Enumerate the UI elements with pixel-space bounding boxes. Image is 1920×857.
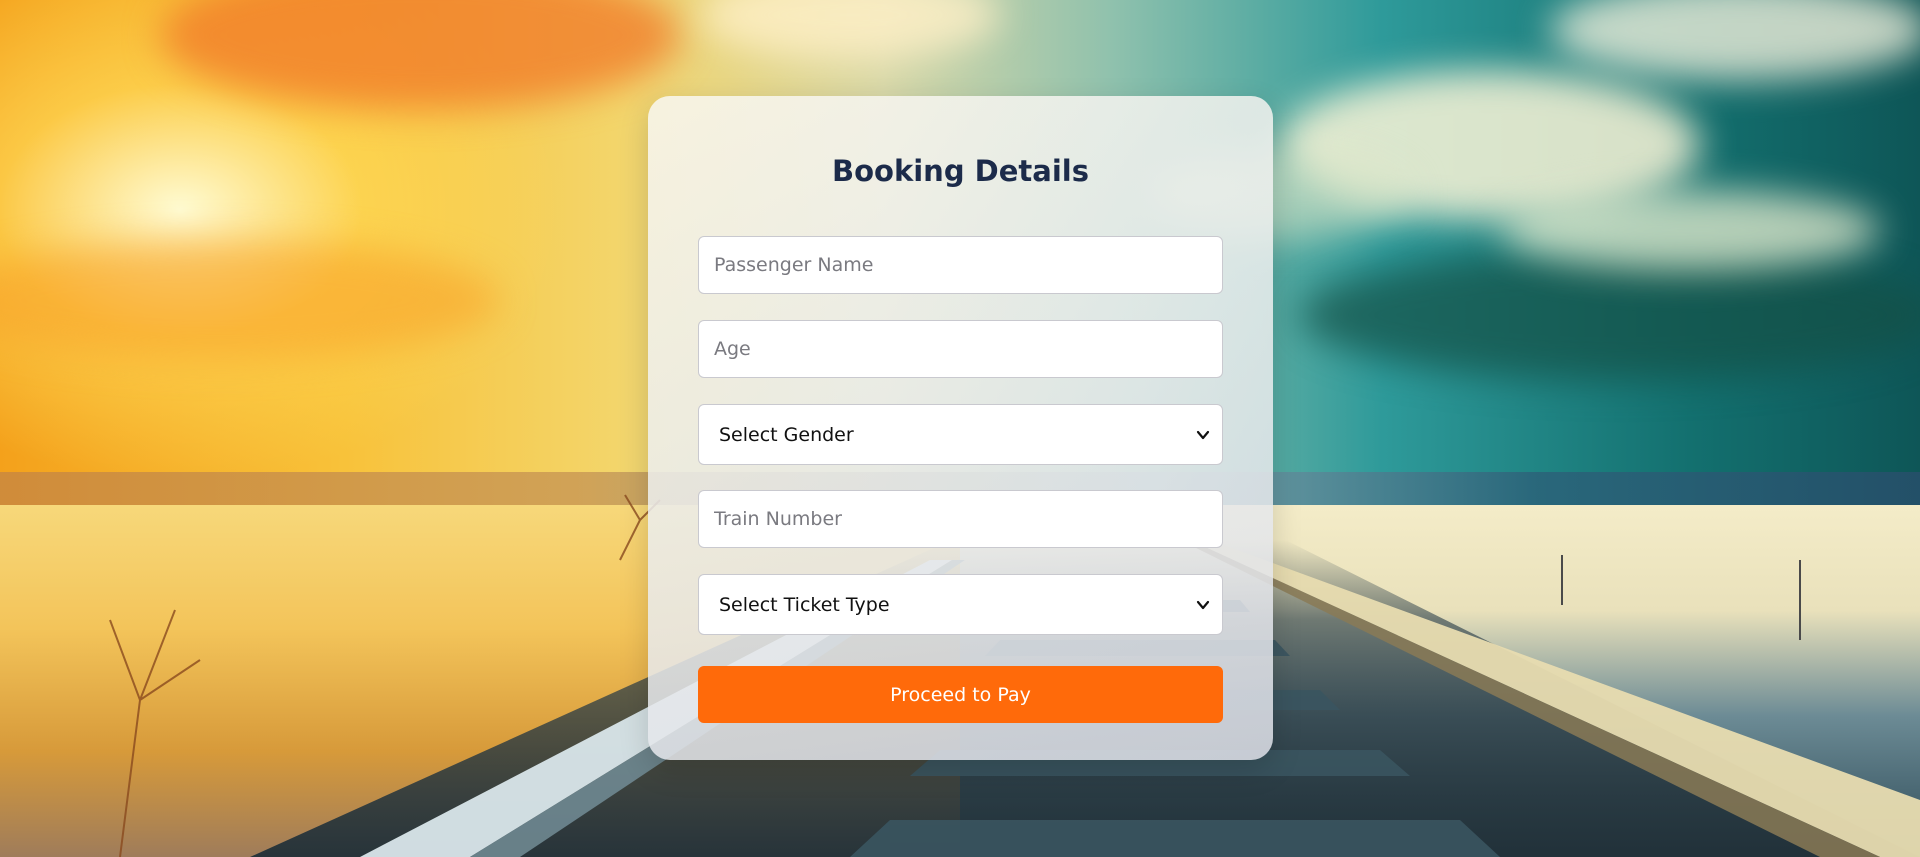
passenger-name-input[interactable] <box>698 236 1223 294</box>
chevron-down-icon <box>1196 600 1210 609</box>
gender-select-value: Select Gender <box>719 423 854 446</box>
ticket-type-select[interactable]: Select Ticket Type <box>698 574 1223 635</box>
proceed-to-pay-button[interactable]: Proceed to Pay <box>698 666 1223 723</box>
age-input[interactable] <box>698 320 1223 378</box>
gender-select[interactable]: Select Gender <box>698 404 1223 465</box>
ticket-type-select-value: Select Ticket Type <box>719 593 890 616</box>
chevron-down-icon <box>1196 430 1210 439</box>
booking-card: Booking Details Select Gender Select Tic… <box>648 96 1273 760</box>
train-number-input[interactable] <box>698 490 1223 548</box>
form-title: Booking Details <box>832 154 1089 188</box>
